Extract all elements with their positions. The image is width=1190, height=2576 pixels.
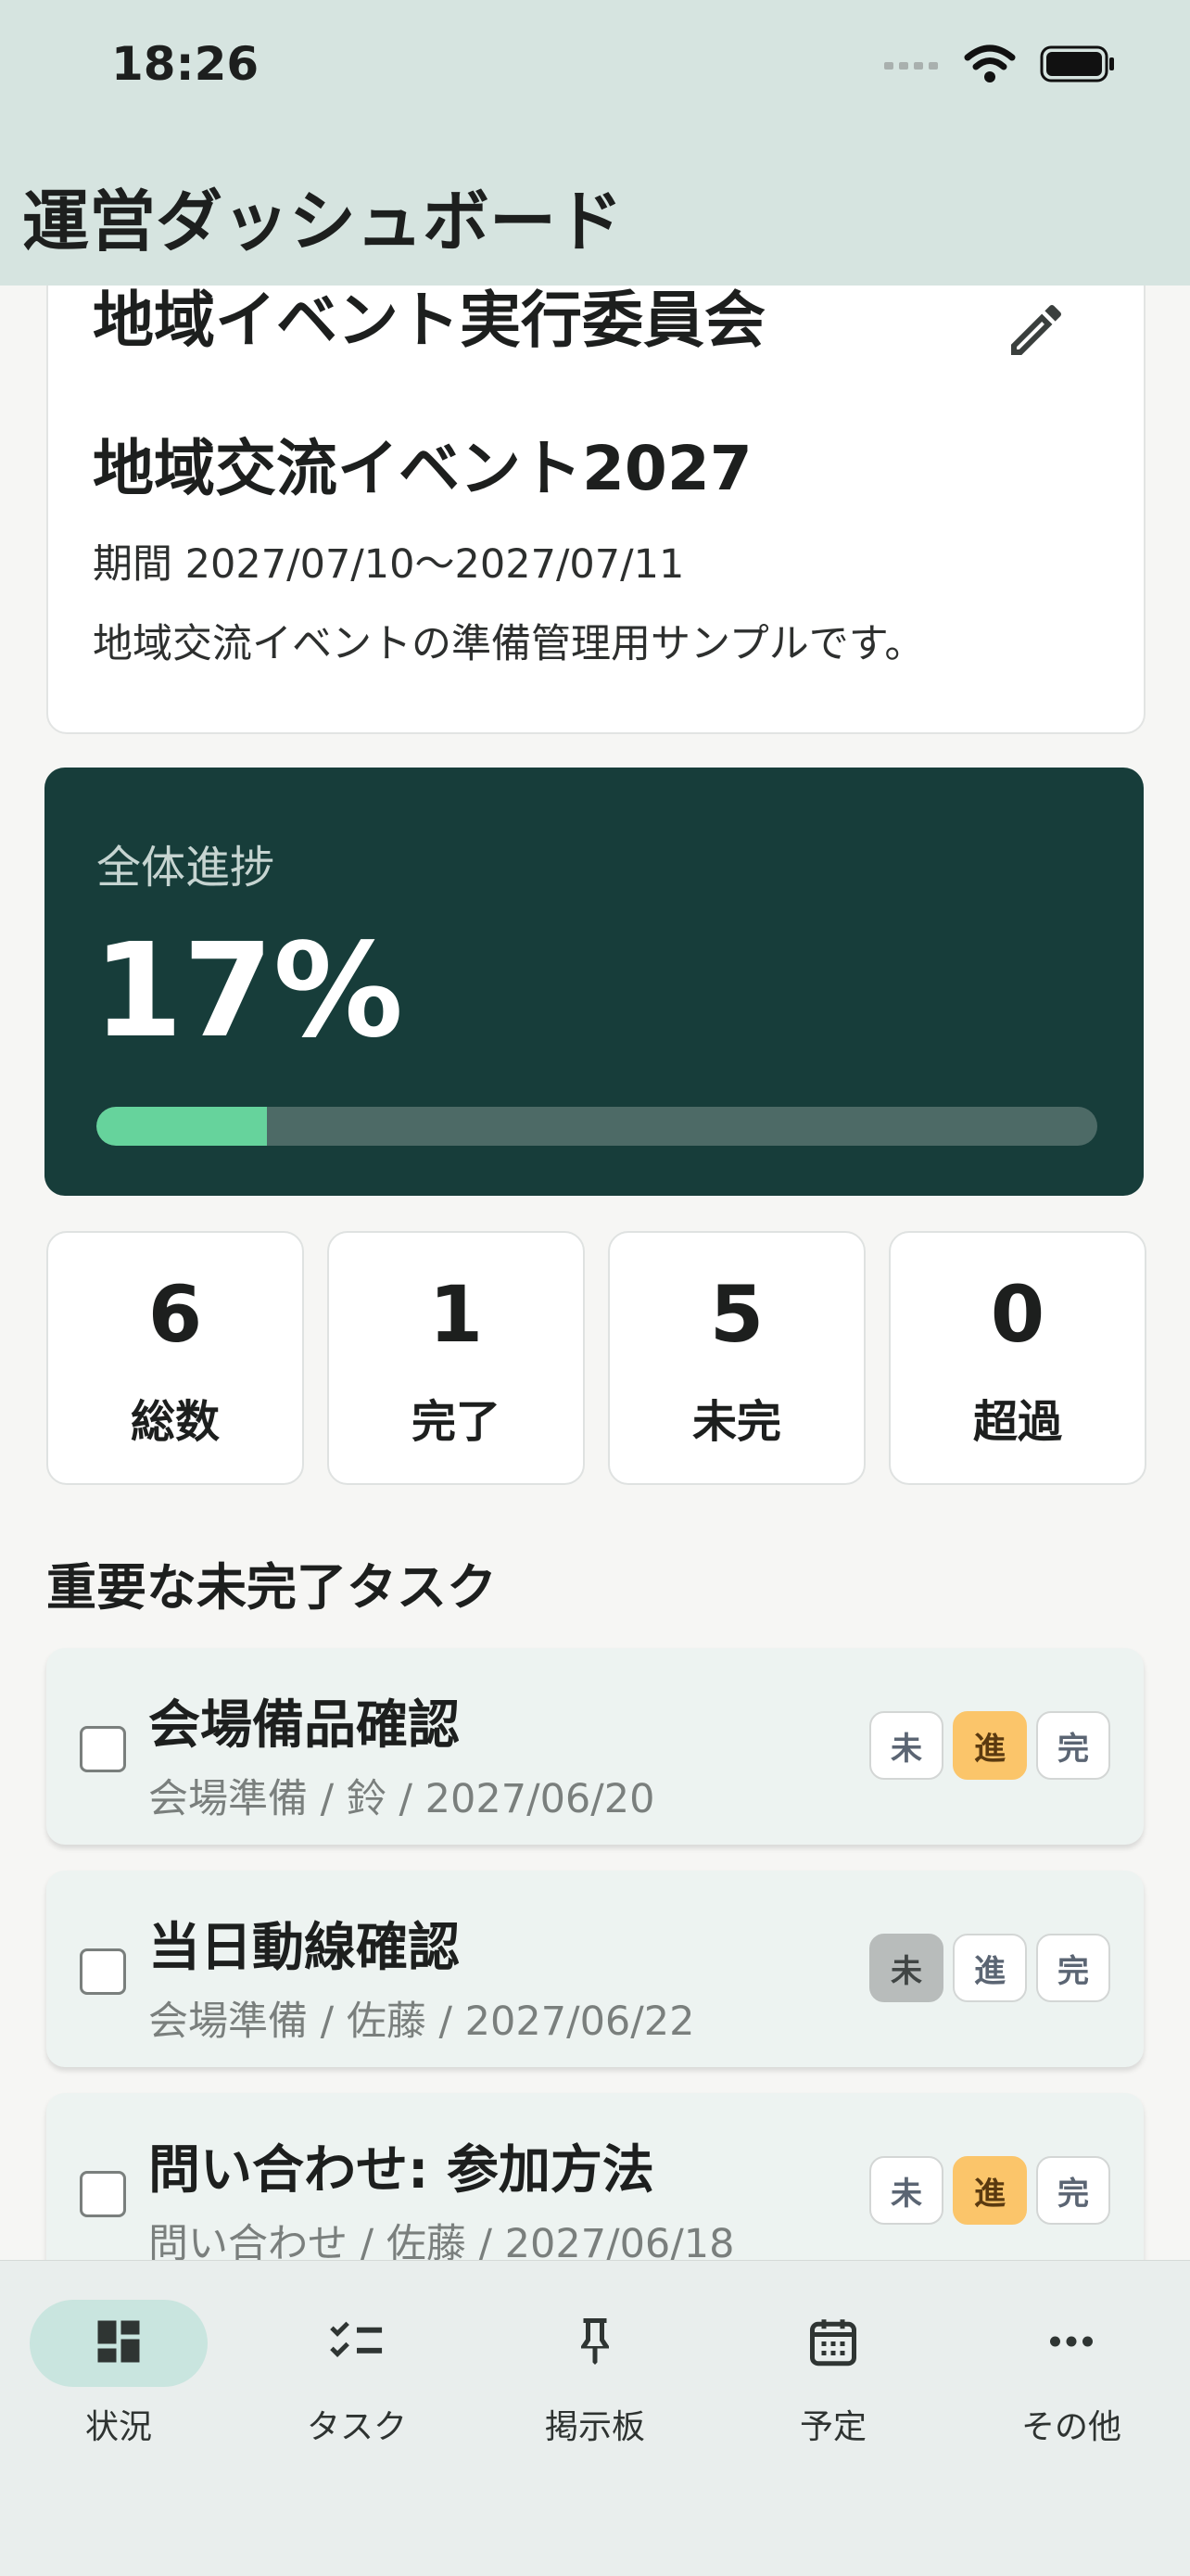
- status-todo-button[interactable]: 未: [869, 1711, 943, 1780]
- nav-item-board[interactable]: 掲示板: [502, 2300, 688, 2448]
- important-tasks-heading: 重要な未完了タスク: [46, 1558, 497, 1617]
- signal-icon: [884, 57, 940, 75]
- bottom-navigation: 状況 タスク 掲示板 予定 その他: [0, 2260, 1190, 2576]
- edit-project-button[interactable]: [1003, 297, 1070, 363]
- task-title: 会場備品確認: [148, 1695, 460, 1756]
- stat-label: 総数: [130, 1396, 220, 1448]
- page-title: 運営ダッシュボード: [22, 183, 624, 260]
- progress-label: 全体進捗: [96, 842, 275, 894]
- stat-total[interactable]: 6 総数: [46, 1231, 304, 1485]
- task-checkbox[interactable]: [80, 1726, 126, 1772]
- nav-item-schedule[interactable]: 予定: [741, 2300, 926, 2448]
- nav-item-status[interactable]: 状況: [26, 2300, 211, 2448]
- task-checkbox[interactable]: [80, 2171, 126, 2217]
- task-meta: 会場準備 / 佐藤 / 2027/06/22: [148, 1999, 695, 2045]
- status-icons: [884, 44, 1116, 87]
- status-in-progress-button[interactable]: 進: [953, 1934, 1027, 2002]
- nav-label: 状況: [84, 2408, 152, 2446]
- nav-label: 予定: [799, 2408, 867, 2446]
- stat-incomplete[interactable]: 5 未完: [608, 1231, 866, 1485]
- task-title: 当日動線確認: [148, 1918, 460, 1978]
- progress-bar: [96, 1107, 1097, 1146]
- stat-value: 6: [147, 1269, 203, 1360]
- nav-item-tasks[interactable]: タスク: [264, 2300, 449, 2448]
- status-done-button[interactable]: 完: [1036, 2156, 1110, 2225]
- task-card[interactable]: 当日動線確認 会場準備 / 佐藤 / 2027/06/22 未 進 完: [46, 1871, 1144, 2067]
- battery-icon: [1040, 45, 1116, 86]
- task-status-selector: 未 進 完: [869, 1711, 1110, 1780]
- stat-label: 超過: [972, 1396, 1062, 1448]
- progress-bar-fill: [96, 1107, 267, 1146]
- task-card[interactable]: 会場備品確認 会場準備 / 鈴 / 2027/06/20 未 進 完: [46, 1648, 1144, 1845]
- pin-icon: [567, 2314, 623, 2373]
- nav-label: タスク: [306, 2408, 407, 2446]
- status-time: 18:26: [111, 37, 260, 91]
- status-in-progress-button[interactable]: 進: [953, 1711, 1027, 1780]
- checklist-icon: [327, 2314, 386, 2373]
- task-title: 問い合わせ: 参加方法: [148, 2140, 654, 2201]
- progress-percent: 17%: [93, 916, 404, 1067]
- event-description: 地域交流イベントの準備管理用サンプルです。: [93, 621, 925, 667]
- calendar-icon: [805, 2314, 861, 2373]
- status-done-button[interactable]: 完: [1036, 1711, 1110, 1780]
- overall-progress-card: 全体進捗 17%: [44, 768, 1144, 1196]
- nav-item-more[interactable]: その他: [979, 2300, 1164, 2448]
- app-bar: 運営ダッシュボード: [0, 148, 1190, 286]
- nav-active-indicator: [30, 2300, 208, 2387]
- event-name: 地域交流イベント2027: [93, 433, 753, 504]
- task-card[interactable]: 問い合わせ: 参加方法 問い合わせ / 佐藤 / 2027/06/18 未 進 …: [46, 2093, 1144, 2260]
- wifi-icon: [964, 44, 1016, 87]
- nav-label: その他: [1020, 2408, 1121, 2446]
- status-bar: 18:26: [0, 0, 1190, 148]
- status-done-button[interactable]: 完: [1036, 1934, 1110, 2002]
- stat-value: 1: [428, 1269, 484, 1360]
- status-todo-button[interactable]: 未: [869, 2156, 943, 2225]
- project-info-card: 地域イベント実行委員会 地域交流イベント2027 期間 2027/07/10〜2…: [46, 286, 1146, 734]
- status-todo-button[interactable]: 未: [869, 1934, 943, 2002]
- stat-done[interactable]: 1 完了: [327, 1231, 585, 1485]
- stat-label: 未完: [691, 1396, 781, 1448]
- event-period: 期間 2027/07/10〜2027/07/11: [93, 541, 685, 588]
- pencil-icon: [1011, 304, 1062, 355]
- dashboard-content[interactable]: 地域イベント実行委員会 地域交流イベント2027 期間 2027/07/10〜2…: [0, 286, 1190, 2260]
- task-meta: 問い合わせ / 佐藤 / 2027/06/18: [148, 2221, 735, 2260]
- task-status-selector: 未 進 完: [869, 2156, 1110, 2225]
- nav-label: 掲示板: [544, 2408, 645, 2446]
- task-status-selector: 未 進 完: [869, 1934, 1110, 2002]
- task-checkbox[interactable]: [80, 1948, 126, 1995]
- stat-overdue[interactable]: 0 超過: [889, 1231, 1146, 1485]
- dashboard-icon: [91, 2314, 146, 2373]
- stat-value: 0: [990, 1269, 1045, 1360]
- task-meta: 会場準備 / 鈴 / 2027/06/20: [148, 1776, 655, 1822]
- status-in-progress-button[interactable]: 進: [953, 2156, 1027, 2225]
- organization-name: 地域イベント実行委員会: [93, 286, 766, 356]
- stat-value: 5: [709, 1269, 765, 1360]
- stat-label: 完了: [411, 1396, 500, 1448]
- more-icon: [1044, 2314, 1099, 2373]
